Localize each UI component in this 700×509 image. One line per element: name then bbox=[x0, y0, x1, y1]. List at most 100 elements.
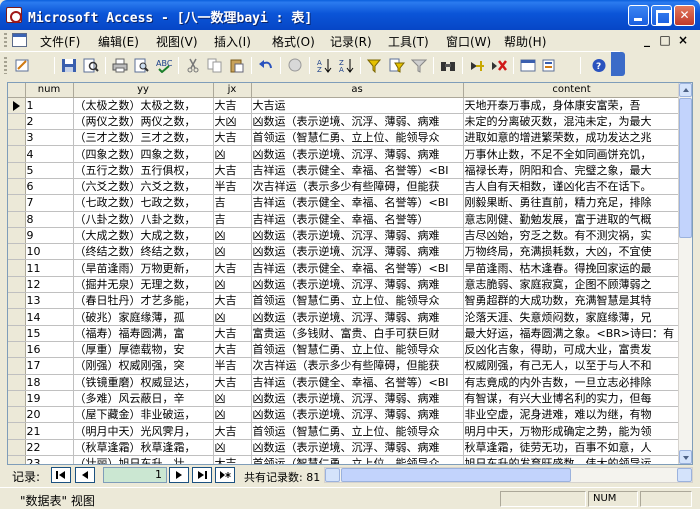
cell-jx[interactable]: 半吉 bbox=[213, 357, 252, 375]
record-selector[interactable] bbox=[8, 227, 26, 245]
cell-as[interactable]: 首领运（智慧仁勇、立上位、能领导众 bbox=[251, 129, 464, 147]
table-row[interactable]: 9 （大成之数）大成之数，凶凶数运（表示逆境、沉浮、薄弱、病难 吉尽凶始，穷乏之数。… bbox=[8, 227, 681, 245]
table-row[interactable]: 17 （刚强）权威刚强，突 半吉 次吉祥运（表示多少有些障碍，但能获 权威刚强，有己无人… bbox=[8, 357, 681, 375]
search-button[interactable] bbox=[80, 55, 102, 76]
cell-content[interactable]: 吉人自有天相数，谨凶化吉不在话下。 bbox=[463, 178, 681, 196]
cell-content[interactable]: 刚毅果断、勇往直前，精力充足，排除 bbox=[463, 194, 681, 212]
table-row[interactable]: 18 （铁镜重磨）权威显达， 大吉 吉祥运（表示健全、幸福、名誉等）<BI 有志竟成的内… bbox=[8, 374, 681, 391]
cell-num[interactable]: 12 bbox=[25, 276, 74, 294]
record-selector[interactable] bbox=[8, 455, 26, 464]
mdi-close-button[interactable]: × bbox=[676, 33, 690, 47]
database-window-button[interactable] bbox=[517, 55, 539, 76]
menu-edit[interactable]: 编辑(E) bbox=[98, 33, 139, 50]
vertical-scrollbar[interactable] bbox=[678, 83, 692, 464]
column-header-yy[interactable]: yy bbox=[73, 83, 214, 98]
cell-as[interactable]: 凶数运（表示逆境、沉浮、薄弱、病难 bbox=[251, 243, 464, 261]
cell-yy[interactable]: （大成之数）大成之数， bbox=[73, 227, 214, 245]
record-selector[interactable] bbox=[8, 357, 26, 375]
toolbar-options-button[interactable] bbox=[611, 52, 625, 76]
cell-num[interactable]: 15 bbox=[25, 325, 74, 342]
table-row[interactable]: 23 （壮丽）旭日东升，壮 大吉 首领运（智慧仁勇、立上位、能领导众 旭日东升的发育旺盛… bbox=[8, 455, 681, 464]
record-selector[interactable] bbox=[8, 162, 26, 179]
cell-yy[interactable]: （三才之数）三才之数， bbox=[73, 129, 214, 147]
hyperlink-button[interactable] bbox=[284, 55, 306, 76]
cell-jx[interactable]: 凶 bbox=[213, 308, 252, 326]
cell-yy[interactable]: （五行之数）五行俱权， bbox=[73, 162, 214, 179]
cell-jx[interactable]: 大吉 bbox=[213, 341, 252, 359]
cell-content[interactable]: 吉尽凶始，穷乏之数。有不测灾祸，实 bbox=[463, 227, 681, 245]
save-button[interactable] bbox=[58, 55, 80, 76]
cell-as[interactable]: 凶数运（表示逆境、沉浮、薄弱、病难 bbox=[251, 113, 464, 131]
cell-num[interactable]: 1 bbox=[25, 97, 74, 114]
record-selector[interactable] bbox=[8, 276, 26, 294]
last-record-button[interactable] bbox=[192, 467, 212, 483]
cell-content[interactable]: 非业空虚，泥身进难，难以为继，有物 bbox=[463, 406, 681, 424]
cell-yy[interactable]: （破兆）家庭缘薄，孤 bbox=[73, 308, 214, 326]
new-object-button[interactable] bbox=[539, 55, 569, 76]
cell-jx[interactable]: 大吉 bbox=[213, 129, 252, 147]
column-header-num[interactable]: num bbox=[25, 83, 74, 98]
cell-yy[interactable]: （太极之数）太极之数， bbox=[73, 97, 214, 114]
cell-yy[interactable]: （福寿）福寿圆满，富 bbox=[73, 325, 214, 342]
vertical-scroll-thumb[interactable] bbox=[679, 98, 692, 238]
cell-jx[interactable]: 凶 bbox=[213, 439, 252, 457]
cell-content[interactable]: 明月中天，万物形成确定之势，能为领 bbox=[463, 422, 681, 440]
cell-num[interactable]: 18 bbox=[25, 374, 74, 391]
access-app-icon[interactable] bbox=[6, 7, 22, 23]
record-selector[interactable] bbox=[8, 145, 26, 163]
cell-yy[interactable]: （八卦之数）八卦之数， bbox=[73, 211, 214, 228]
close-button[interactable]: ✕ bbox=[674, 5, 695, 26]
table-row[interactable]: 15 （福寿）福寿圆满，富 大吉 富贵运（多钱财、富贵、白手可获巨财 最大好运，福寿圆满… bbox=[8, 325, 681, 342]
filter-by-form-button[interactable] bbox=[386, 55, 408, 76]
record-selector[interactable] bbox=[8, 259, 26, 277]
cell-yy[interactable]: （四象之数）四象之数， bbox=[73, 145, 214, 163]
sort-descending-button[interactable]: ZA bbox=[335, 55, 357, 76]
cell-content[interactable]: 反凶化吉象，得助，可成大业，富贵发 bbox=[463, 341, 681, 359]
record-selector[interactable] bbox=[8, 243, 26, 261]
filter-by-selection-button[interactable] bbox=[364, 55, 386, 76]
horizontal-scrollbar[interactable] bbox=[324, 467, 693, 483]
spelling-button[interactable]: ABC bbox=[153, 55, 175, 76]
record-selector[interactable] bbox=[8, 129, 26, 147]
cell-num[interactable]: 2 bbox=[25, 113, 74, 131]
cell-as[interactable]: 吉祥运（表示健全、幸福、名誉等）<BI bbox=[251, 374, 464, 391]
cell-yy[interactable]: （多难）风云蔽日，辛 bbox=[73, 390, 214, 408]
menu-format[interactable]: 格式(O) bbox=[272, 33, 315, 50]
cell-as[interactable]: 首领运（智慧仁勇、立上位、能领导众 bbox=[251, 455, 464, 464]
minimize-button[interactable] bbox=[628, 5, 649, 26]
table-row[interactable]: 7 （七政之数）七政之数，吉吉祥运（表示健全、幸福、名誉等）<BI 刚毅果断、勇往直… bbox=[8, 194, 681, 212]
cell-jx[interactable]: 大凶 bbox=[213, 113, 252, 131]
cell-content[interactable]: 有智谋，有兴大业博名利的实力，但每 bbox=[463, 390, 681, 408]
record-selector[interactable] bbox=[8, 390, 26, 408]
cell-num[interactable]: 16 bbox=[25, 341, 74, 359]
cell-jx[interactable]: 凶 bbox=[213, 276, 252, 294]
next-record-button[interactable] bbox=[169, 467, 189, 483]
table-row[interactable]: 10 （终结之数）终结之数，凶凶数运（表示逆境、沉浮、薄弱、病难 万物终局，充满损耗… bbox=[8, 243, 681, 261]
cell-yy[interactable]: （掘井无泉）无理之数， bbox=[73, 276, 214, 294]
cell-num[interactable]: 11 bbox=[25, 259, 74, 277]
cell-jx[interactable]: 大吉 bbox=[213, 422, 252, 440]
cut-button[interactable] bbox=[182, 55, 204, 76]
table-row[interactable]: 12 （掘井无泉）无理之数，凶凶数运（表示逆境、沉浮、薄弱、病难 意志脆弱、家庭寂寞… bbox=[8, 276, 681, 294]
new-record-nav-button[interactable] bbox=[215, 467, 235, 483]
cell-as[interactable]: 首领运（智慧仁勇、立上位、能领导众 bbox=[251, 422, 464, 440]
cell-num[interactable]: 10 bbox=[25, 243, 74, 261]
first-record-button[interactable] bbox=[51, 467, 71, 483]
cell-jx[interactable]: 大吉 bbox=[213, 259, 252, 277]
undo-button[interactable] bbox=[255, 55, 277, 76]
cell-content[interactable]: 未定的分离破灭数，混沌未定，为最大 bbox=[463, 113, 681, 131]
cell-num[interactable]: 9 bbox=[25, 227, 74, 245]
column-header-jx[interactable]: jx bbox=[213, 83, 252, 98]
cell-jx[interactable]: 凶 bbox=[213, 390, 252, 408]
cell-as[interactable]: 次吉祥运（表示多少有些障碍，但能获 bbox=[251, 178, 464, 196]
column-header-content[interactable]: content bbox=[463, 83, 681, 98]
copy-button[interactable] bbox=[204, 55, 226, 76]
previous-record-button[interactable] bbox=[75, 467, 95, 483]
cell-num[interactable]: 20 bbox=[25, 406, 74, 424]
scroll-down-button[interactable] bbox=[679, 450, 692, 464]
new-record-button[interactable] bbox=[466, 55, 488, 76]
record-selector[interactable] bbox=[8, 406, 26, 424]
record-selector[interactable] bbox=[8, 374, 26, 391]
cell-content[interactable]: 最大好运，福寿圆满之象。<BR>诗曰：有 bbox=[463, 325, 681, 342]
print-button[interactable] bbox=[109, 55, 131, 76]
